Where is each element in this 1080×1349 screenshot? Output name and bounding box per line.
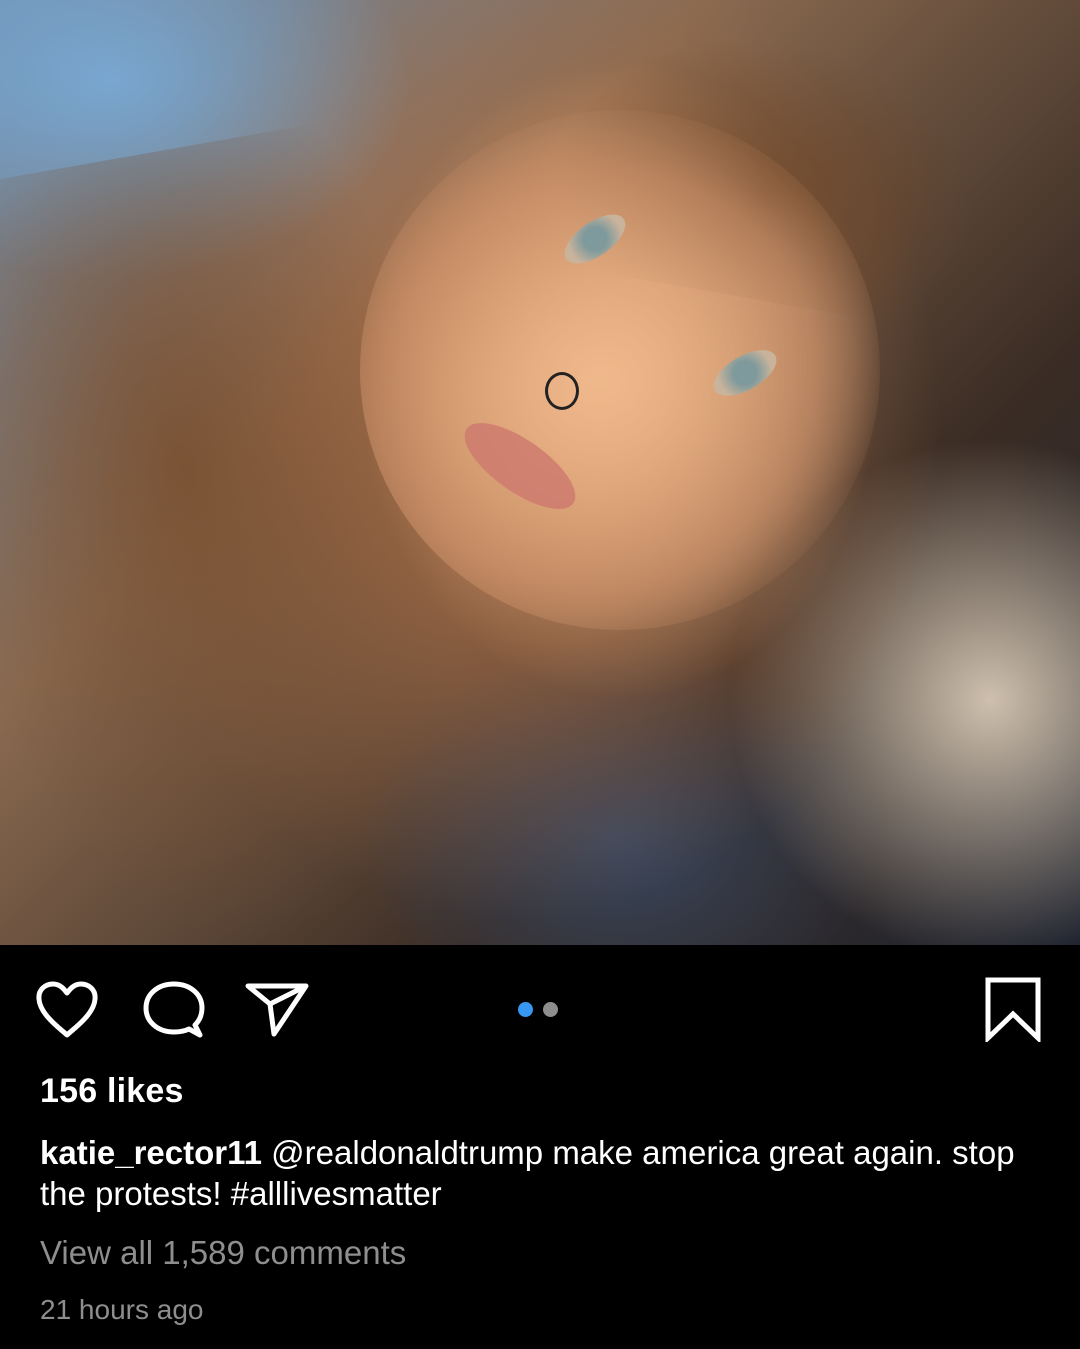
comment-icon[interactable] (140, 980, 206, 1040)
bookmark-icon[interactable] (982, 976, 1044, 1042)
post-photo[interactable] (0, 0, 1080, 945)
likes-count[interactable]: 156 likes (40, 1072, 184, 1111)
heart-icon[interactable] (34, 980, 100, 1040)
carousel-dot-active (518, 1002, 533, 1017)
carousel-dot (543, 1002, 558, 1017)
view-all-comments-link[interactable]: View all 1,589 comments (40, 1234, 406, 1272)
photo-nose-ring (545, 372, 579, 410)
post-timestamp: 21 hours ago (40, 1294, 204, 1325)
carousel-indicator (518, 1002, 558, 1018)
post-caption: katie_rector11 @realdonaldtrump make ame… (40, 1132, 1040, 1214)
caption-username[interactable]: katie_rector11 (40, 1134, 262, 1171)
share-icon[interactable] (244, 980, 310, 1040)
